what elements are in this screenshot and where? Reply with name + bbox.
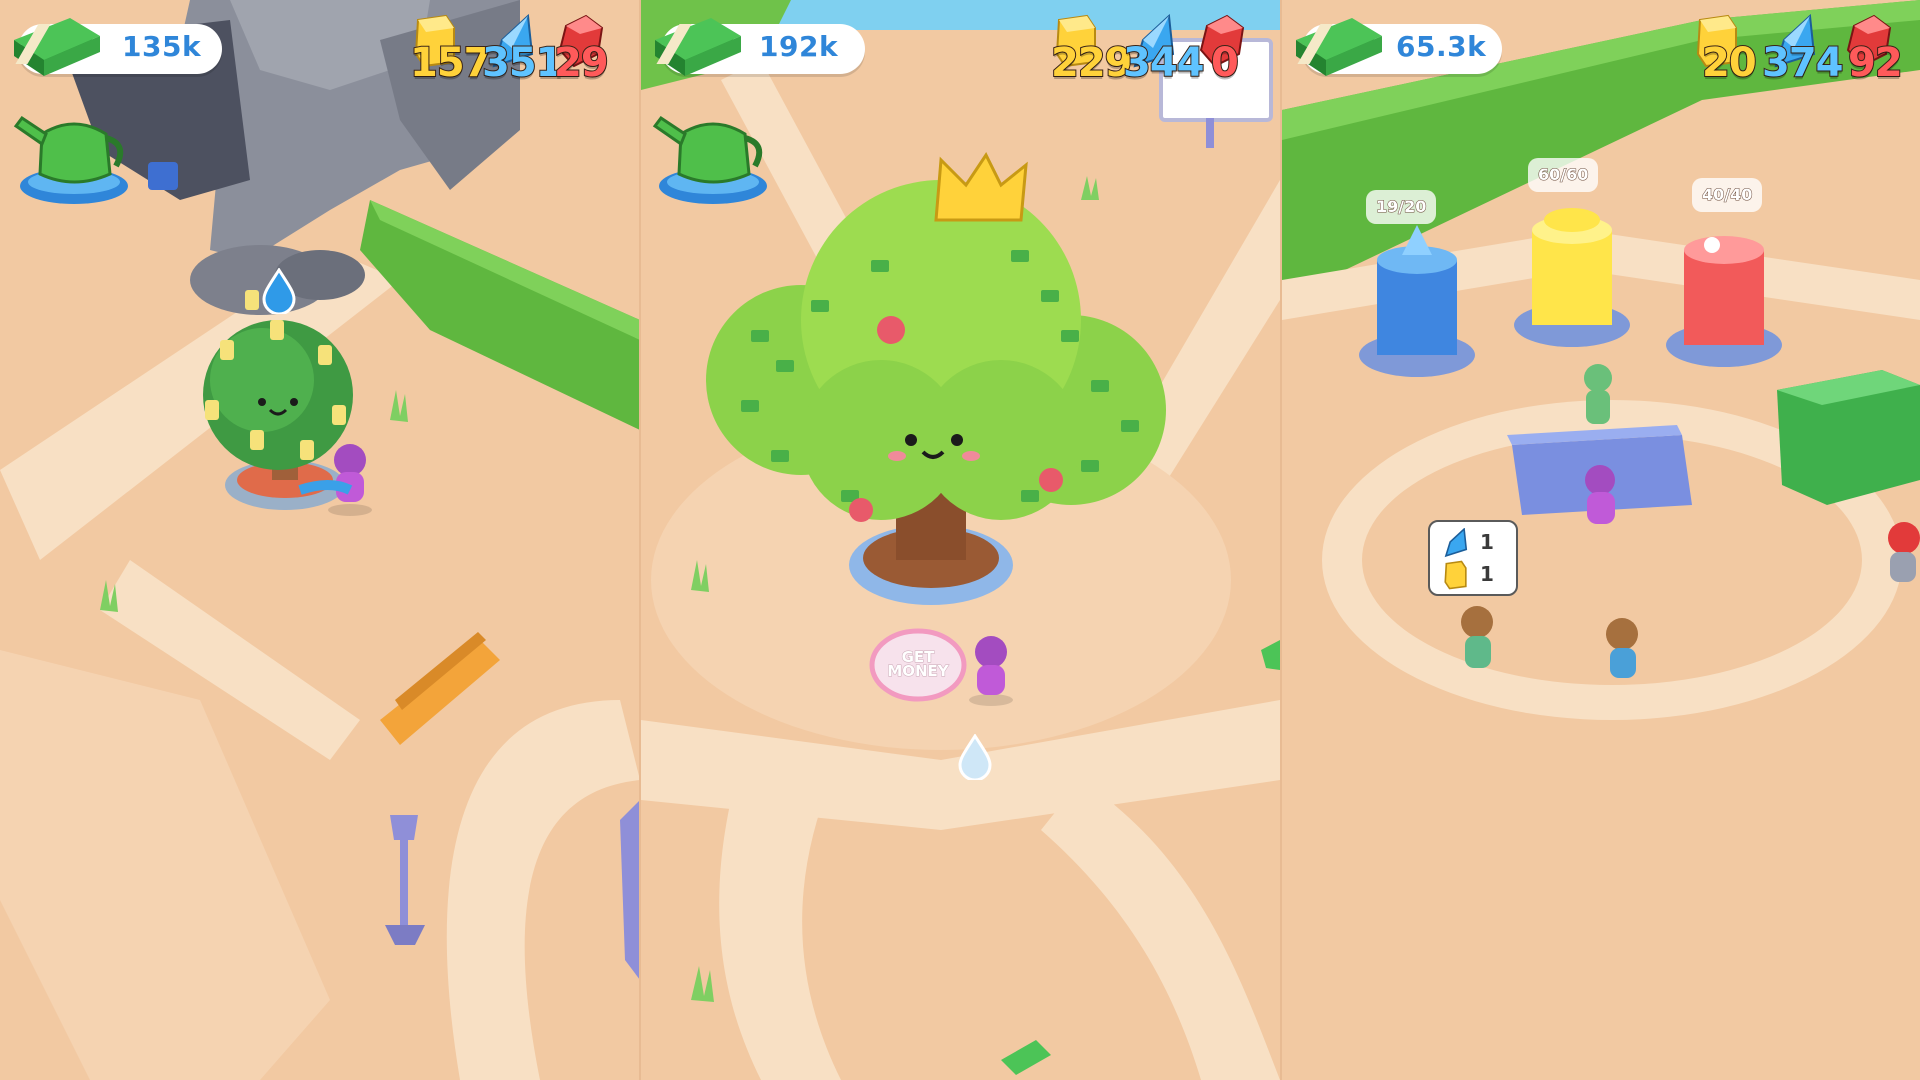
- gold-count: 157: [409, 39, 492, 87]
- watering-can-icon[interactable]: [651, 104, 771, 208]
- crystal-stack-label: 19/20: [1366, 190, 1437, 224]
- order-crystal-count: 1: [1480, 530, 1494, 554]
- crystal-stack-count: 19/20: [1375, 197, 1427, 217]
- water-drop-icon: [262, 268, 296, 314]
- gold-bar-icon: [1444, 560, 1467, 590]
- get-money-button[interactable]: GET MONEY: [878, 649, 958, 679]
- cash-stack-icon: [655, 18, 741, 76]
- money-amount: 65.3k: [1396, 30, 1487, 63]
- gold-count: 20: [1701, 39, 1758, 87]
- gold-stack-label: 60/60: [1528, 158, 1599, 192]
- blue-crystal-icon: [1444, 528, 1468, 558]
- panel-money-tree: GET MONEY 192k 229 344 0: [641, 0, 1280, 1080]
- order-gold-count: 1: [1480, 562, 1494, 586]
- gold-stack-count: 60/60: [1537, 165, 1589, 185]
- ruby-stack-count: 40/40: [1701, 185, 1753, 205]
- panel-gem-shop: 19/20 60/60 40/40 1 1 65.3k 20 374 92: [1282, 0, 1920, 1080]
- crystal-count: 351: [481, 39, 564, 87]
- money-amount: 192k: [759, 30, 839, 63]
- watering-can-icon[interactable]: [12, 104, 132, 208]
- money-amount: 135k: [122, 30, 202, 63]
- ruby-count: 0: [1210, 39, 1240, 87]
- crystal-count: 344: [1122, 39, 1205, 87]
- ruby-count: 29: [553, 39, 610, 87]
- cash-stack-icon: [1296, 18, 1382, 76]
- panel-garden-cave: 135k 157 351 29: [0, 0, 640, 1080]
- crystal-count: 374: [1761, 39, 1844, 87]
- order-bubble: 1 1: [1428, 520, 1518, 596]
- ruby-count: 92: [1847, 39, 1904, 87]
- scene-gem-shop: [1282, 0, 1920, 1080]
- water-drop-icon: [958, 734, 992, 780]
- gold-count: 229: [1050, 39, 1133, 87]
- ruby-stack-label: 40/40: [1692, 178, 1763, 212]
- cash-stack-icon: [14, 18, 100, 76]
